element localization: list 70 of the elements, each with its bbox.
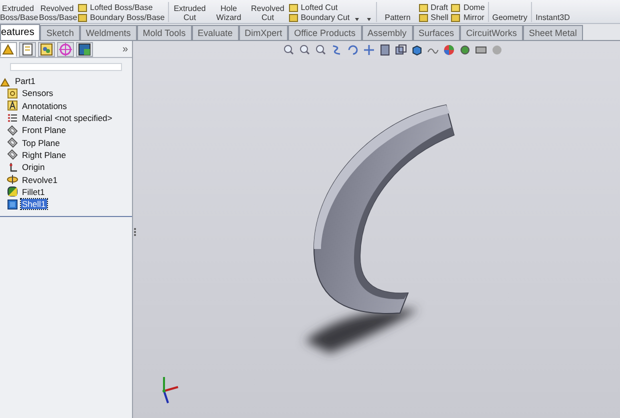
- ribbon-button[interactable]: Pattern: [380, 13, 416, 22]
- plane-icon: [7, 124, 18, 136]
- search-icon[interactable]: [283, 44, 295, 56]
- ribbon-button[interactable]: Boundary Boss/Base: [78, 13, 165, 22]
- ribbon-button[interactable]: Instant3D: [534, 13, 571, 22]
- expand-button[interactable]: »: [122, 44, 128, 54]
- ribbon-tab[interactable]: CircuitWorks: [460, 25, 523, 40]
- search-icon[interactable]: [299, 44, 311, 56]
- caret-icon[interactable]: [352, 16, 373, 22]
- ribbon-tab[interactable]: eatures: [0, 24, 40, 40]
- ribbon-button[interactable]: Revolved Cut: [250, 4, 286, 22]
- pan-icon[interactable]: [363, 44, 375, 56]
- revolve-icon: [7, 174, 18, 186]
- ribbon-tab[interactable]: Weldments: [80, 25, 137, 40]
- origin-icon: [7, 162, 18, 173]
- ribbon-tab[interactable]: Sketch: [40, 25, 80, 40]
- ribbon-button[interactable]: Dome: [451, 3, 485, 12]
- ribbon-button[interactable]: Extruded Boss/Base: [0, 4, 36, 22]
- cube-icon[interactable]: [411, 44, 423, 56]
- ribbon-tab[interactable]: Surfaces: [412, 25, 460, 40]
- splitter-handle[interactable]: [133, 227, 137, 237]
- tree-item[interactable]: Front Plane: [21, 125, 67, 136]
- annotation-icon: [7, 100, 18, 112]
- crosshair-icon: [58, 42, 73, 56]
- tree-item[interactable]: Origin: [21, 162, 46, 172]
- tree-item[interactable]: Part1: [14, 76, 36, 86]
- tree-item[interactable]: Material <not specified>: [21, 113, 114, 124]
- plane-icon: [7, 137, 18, 148]
- tree-item[interactable]: Shell1: [21, 199, 47, 210]
- tree-item[interactable]: Fillet1: [21, 186, 46, 197]
- tree-item[interactable]: Top Plane: [21, 138, 61, 148]
- rotate-icon[interactable]: [347, 44, 359, 56]
- ribbon-tab[interactable]: Office Products: [288, 25, 362, 40]
- tree-item[interactable]: Right Plane: [21, 150, 67, 160]
- ribbon-button[interactable]: Lofted Cut: [288, 3, 350, 12]
- ribbon-button[interactable]: Mirror: [451, 13, 485, 22]
- ribbon-tab[interactable]: Sheet Metal: [522, 25, 583, 40]
- ribbon-button[interactable]: Draft: [418, 3, 448, 12]
- search-icon[interactable]: [315, 44, 327, 56]
- ribbon-tab[interactable]: Mold Tools: [136, 25, 192, 40]
- panel-tab[interactable]: [76, 42, 93, 56]
- shell-icon: [7, 198, 18, 210]
- plane-icon: [7, 149, 18, 160]
- ribbon-tab[interactable]: Assembly: [362, 25, 413, 40]
- ribbon-button[interactable]: Shell: [418, 13, 448, 22]
- ribbon-button[interactable]: Revolved Boss/Base: [39, 4, 75, 22]
- tree-item[interactable]: Revolve1: [21, 174, 58, 185]
- ribbon-tab[interactable]: Evaluate: [192, 25, 239, 40]
- sheet-icon: [20, 42, 35, 56]
- tree-item[interactable]: Annotations: [21, 100, 68, 111]
- square-icon: [77, 42, 92, 56]
- panel-tab[interactable]: [38, 42, 55, 56]
- tree-item[interactable]: Sensors: [21, 88, 54, 98]
- panel-tab[interactable]: [0, 42, 17, 56]
- sensor-icon: [7, 88, 18, 99]
- color-ball-icon[interactable]: [443, 44, 455, 56]
- panel-tab[interactable]: [19, 42, 36, 56]
- ribbon-button[interactable]: Lofted Boss/Base: [78, 3, 165, 12]
- part-icon: [0, 76, 11, 87]
- ribbon-tab[interactable]: DimXpert: [238, 25, 288, 40]
- filter-field[interactable]: [10, 63, 122, 71]
- axis-triad-icon: [162, 377, 178, 404]
- ribbon-button[interactable]: Extruded Cut: [172, 4, 208, 22]
- ribbon-button[interactable]: Boundary Cut: [288, 13, 350, 22]
- ribbon-button[interactable]: Geometry: [492, 13, 528, 22]
- triangle-icon: [1, 42, 16, 56]
- material-icon: [7, 112, 18, 124]
- fillet-icon: [7, 186, 18, 198]
- boxes-icon: [39, 42, 54, 56]
- ribbon-button[interactable]: Hole Wizard: [210, 4, 247, 22]
